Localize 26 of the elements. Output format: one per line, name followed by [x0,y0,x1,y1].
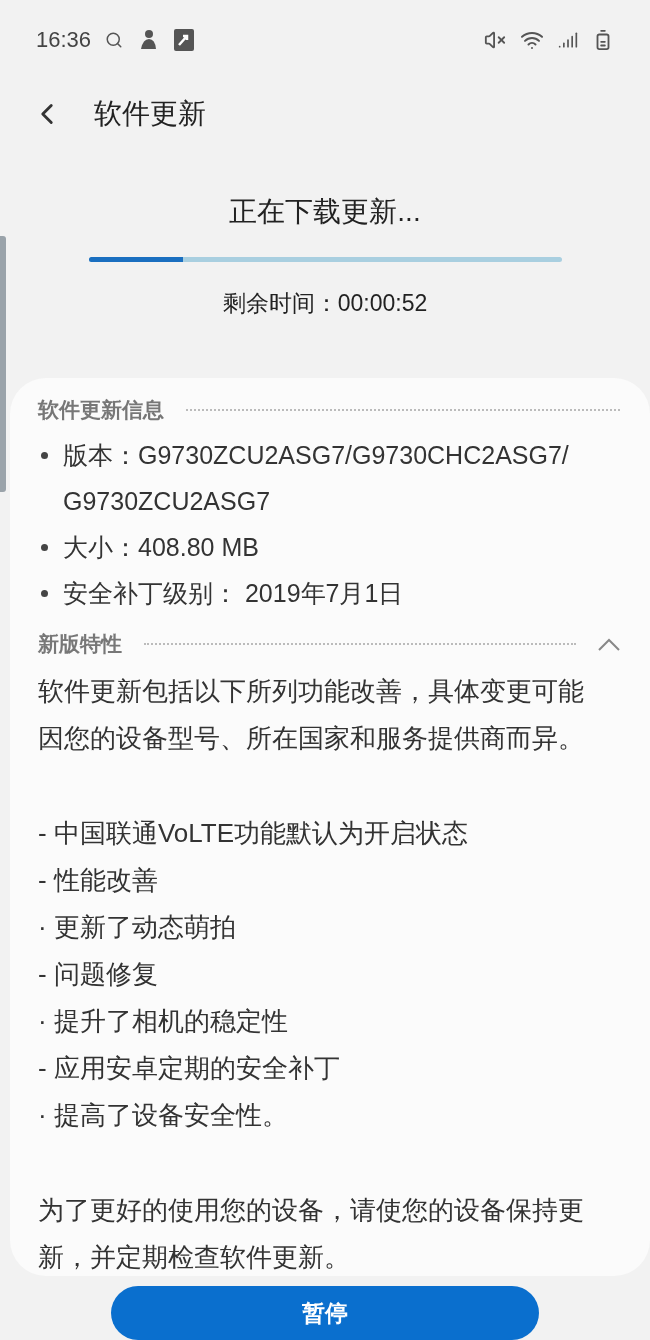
remaining-time: 剩余时间：00:00:52 [222,289,428,319]
feature-line: - 应用安卓定期的安全补丁 [38,1052,341,1086]
bullet-icon [41,452,48,460]
search-icon [105,30,124,49]
section-heading: 软件更新信息 [38,397,164,424]
section-heading: 新版特性 [38,631,122,658]
info-item: 版本：G9730ZCU2ASG7/G9730CHC2ASG7/G9730ZCU2ASG7 [63,440,570,518]
bullet-icon [41,544,48,552]
feature-line: · 提升了相机的稳定性 [38,1005,289,1039]
pause-button[interactable]: 暂停 [111,1286,539,1340]
download-status: 正在下载更新... [229,195,421,230]
app-notification-icon [173,27,196,52]
collapse-button[interactable] [598,637,620,651]
features-outro: 为了更好的使用您的设备，请使您的设备保持更新，并定期检查软件更新。 [38,1194,585,1275]
status-time: 16:36 [36,26,92,53]
feature-line: · 提高了设备安全性。 [38,1099,289,1133]
info-item: 安全补丁级别： 2019年7月1日 [63,578,404,610]
page-title: 软件更新 [94,97,206,132]
feature-line: - 性能改善 [38,864,159,898]
feature-line: - 中国联通VoLTE功能默认为开启状态 [38,817,469,851]
chevron-up-icon [598,637,620,651]
bullet-icon [41,590,48,598]
feature-line: - 问题修复 [38,958,159,992]
info-item: 大小：408.80 MB [63,532,259,564]
feature-line: · 更新了动态萌拍 [38,911,237,945]
features-intro: 软件更新包括以下所列功能改善，具体变更可能因您的设备型号、所在国家和服务提供商而异。 [38,675,585,756]
